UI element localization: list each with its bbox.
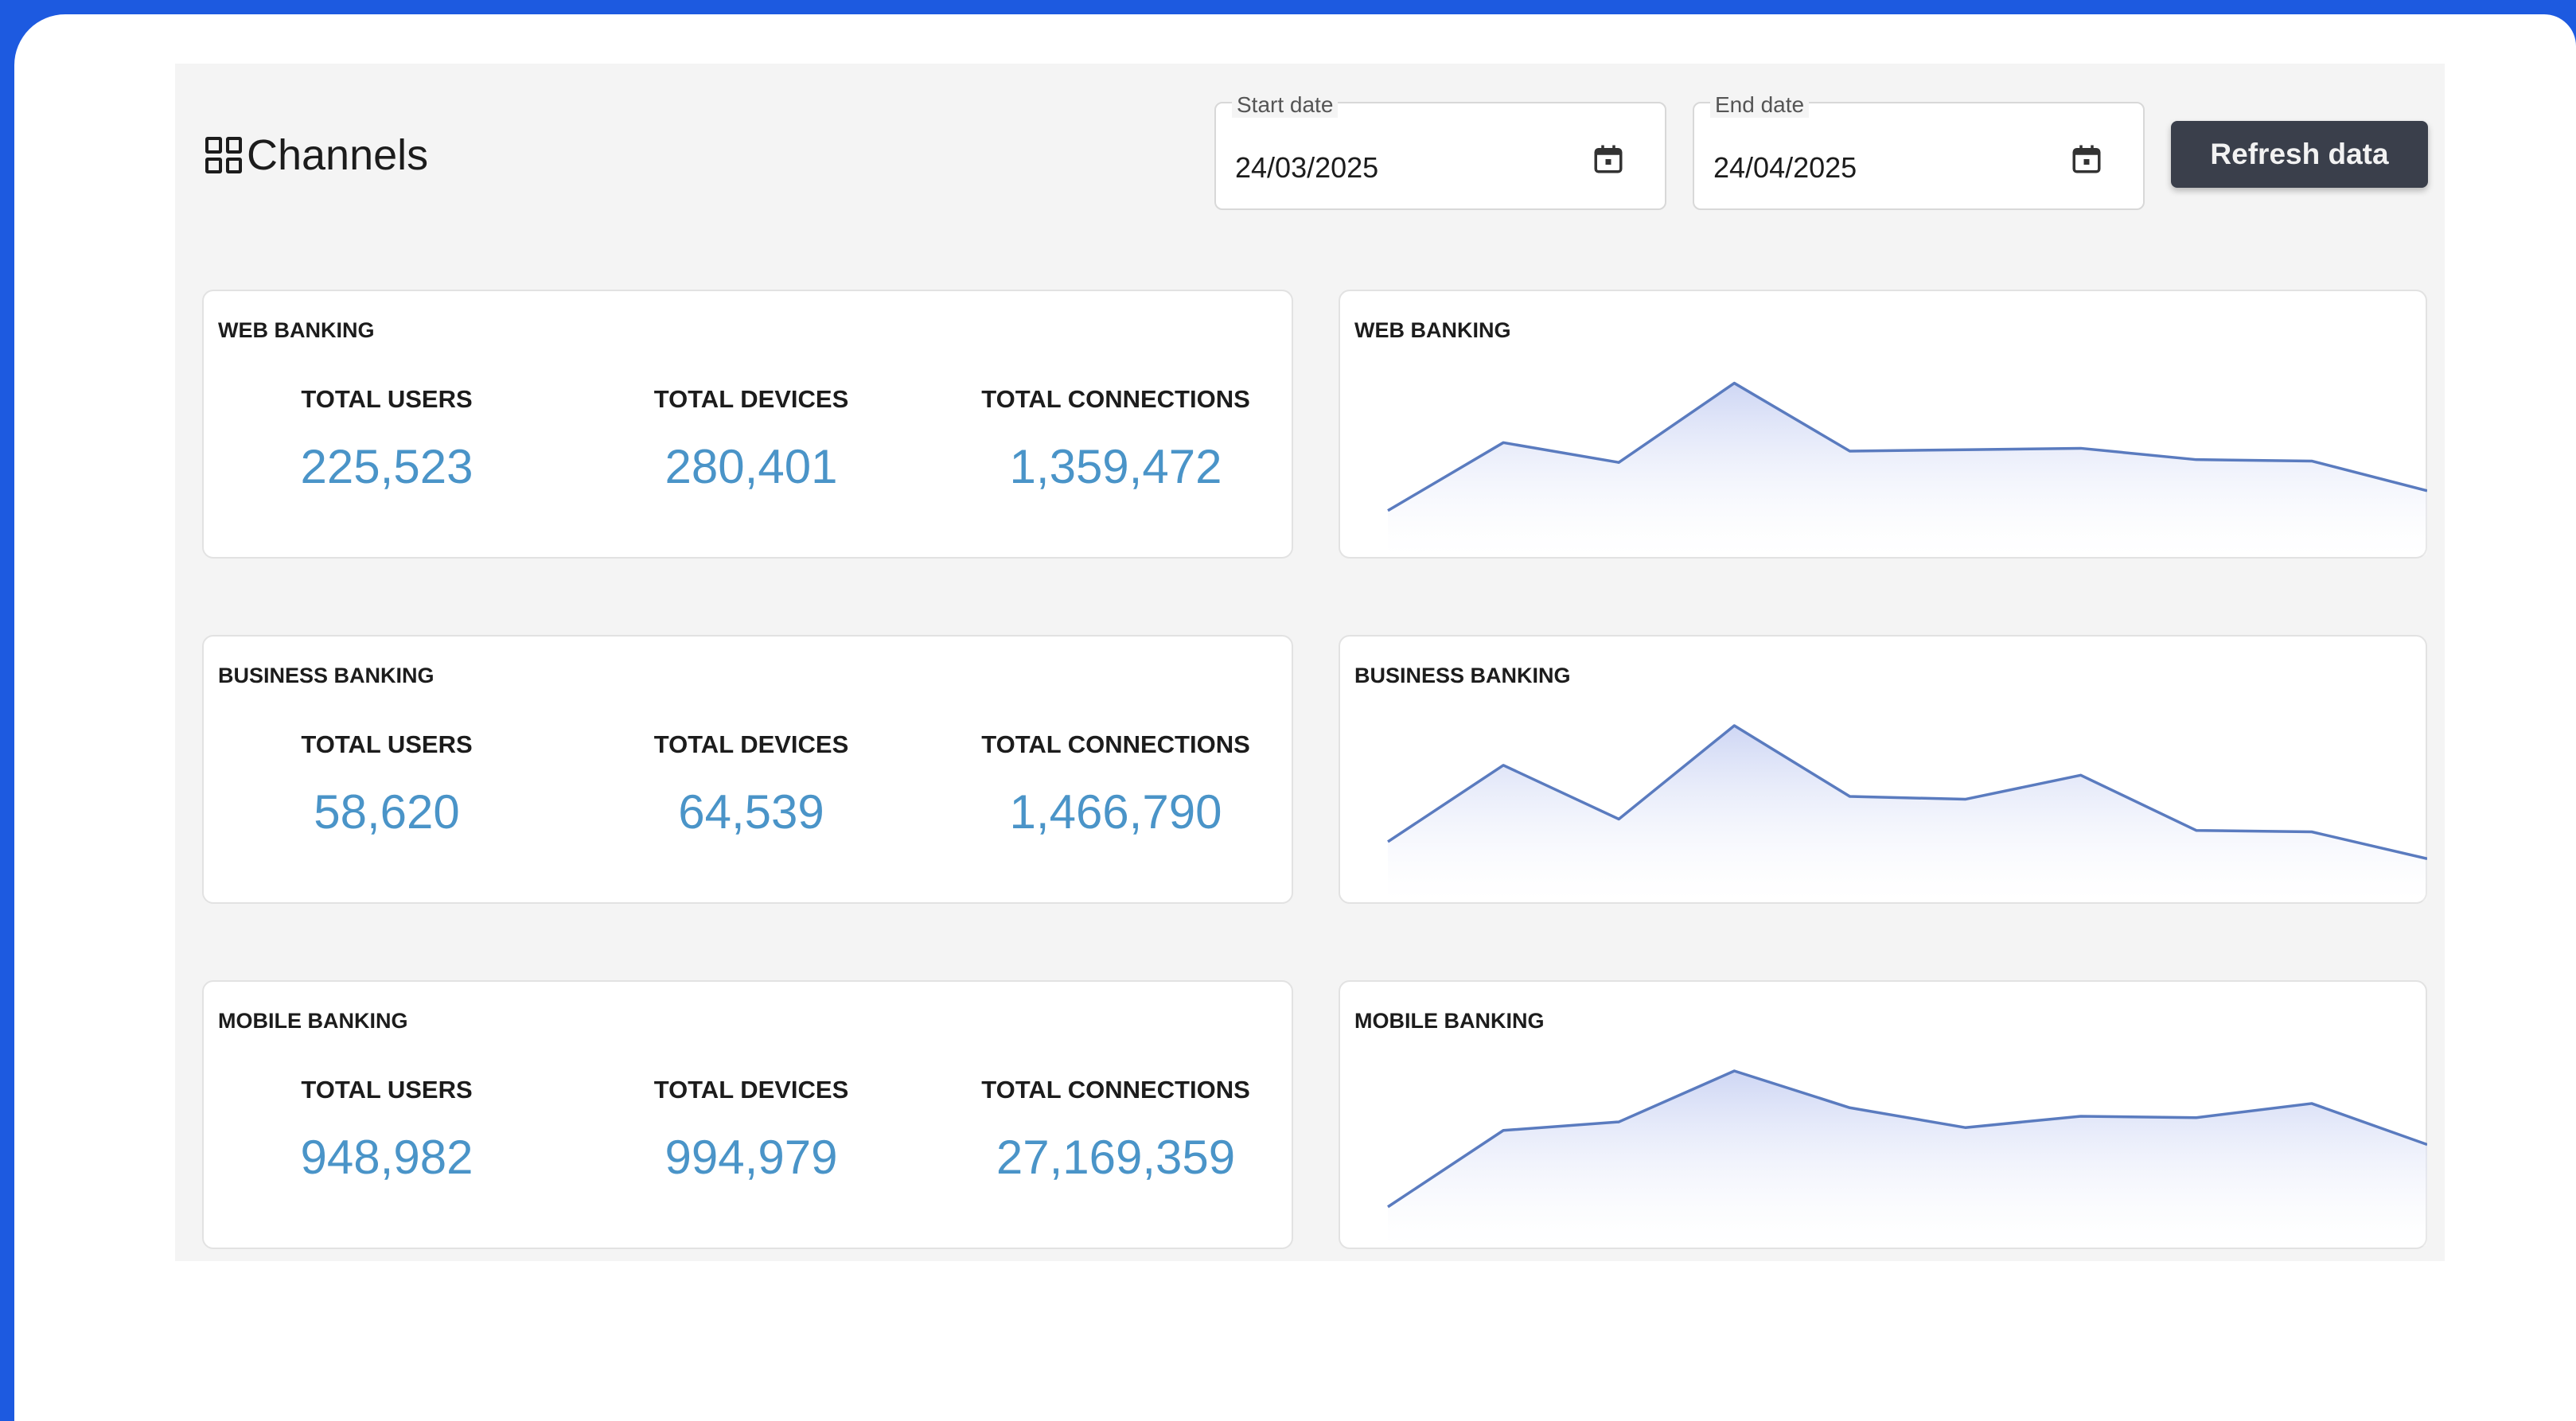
- stat-value: 1,466,790: [1009, 785, 1222, 839]
- stat-value: 994,979: [664, 1131, 838, 1184]
- business-banking-chart: [1387, 724, 2427, 901]
- stat-total-devices: TOTAL DEVICES 280,401: [584, 385, 918, 494]
- start-date-label: Start date: [1232, 92, 1339, 118]
- end-date-label: End date: [1710, 92, 1810, 118]
- card-title: BUSINESS BANKING: [218, 664, 435, 687]
- stat-total-devices: TOTAL DEVICES 994,979: [584, 1076, 918, 1185]
- chart-card-business-banking: BUSINESS BANKING: [1339, 635, 2427, 904]
- card-title: WEB BANKING: [218, 318, 375, 342]
- stat-total-devices: TOTAL DEVICES 64,539: [584, 730, 918, 839]
- chart-area: [1388, 383, 2427, 555]
- refresh-data-button[interactable]: Refresh data: [2171, 121, 2428, 188]
- stat-label: TOTAL USERS: [301, 1076, 473, 1104]
- stat-total-users: TOTAL USERS 225,523: [220, 385, 554, 494]
- screen-frame: Channels Start date 24/03/2025 End date …: [0, 0, 2576, 1421]
- page-title-text: Channels: [247, 131, 429, 179]
- start-date-field[interactable]: Start date 24/03/2025: [1214, 92, 1666, 210]
- page-title: Channels: [205, 127, 428, 183]
- end-date-value[interactable]: 24/04/2025: [1713, 151, 1857, 185]
- stat-label: TOTAL CONNECTIONS: [981, 730, 1250, 758]
- stat-value: 1,359,472: [1009, 440, 1222, 493]
- stat-total-users: TOTAL USERS 58,620: [220, 730, 554, 839]
- chart-card-web-banking: WEB BANKING: [1339, 290, 2427, 559]
- stat-label: TOTAL DEVICES: [653, 1076, 849, 1104]
- stat-label: TOTAL DEVICES: [653, 385, 849, 413]
- stat-label: TOTAL CONNECTIONS: [981, 1076, 1250, 1104]
- stats-card-mobile-banking: MOBILE BANKING TOTAL USERS 948,982 TOTAL…: [202, 980, 1293, 1249]
- stat-value: 64,539: [678, 785, 824, 839]
- stat-label: TOTAL DEVICES: [653, 730, 849, 758]
- stat-value: 27,169,359: [996, 1131, 1236, 1184]
- stat-value: 948,982: [300, 1131, 474, 1184]
- stat-label: TOTAL USERS: [301, 385, 473, 413]
- card-title: MOBILE BANKING: [218, 1009, 408, 1033]
- stat-value: 58,620: [314, 785, 460, 839]
- stat-label: TOTAL USERS: [301, 730, 473, 758]
- stat-total-connections: TOTAL CONNECTIONS 1,359,472: [949, 385, 1283, 494]
- start-date-value[interactable]: 24/03/2025: [1235, 151, 1378, 185]
- chart-area: [1388, 726, 2427, 901]
- web-banking-chart: [1387, 381, 2427, 555]
- stats-card-business-banking: BUSINESS BANKING TOTAL USERS 58,620 TOTA…: [202, 635, 1293, 904]
- calendar-icon[interactable]: [1592, 142, 1625, 177]
- calendar-icon[interactable]: [2070, 142, 2103, 177]
- grid-view-icon: [205, 137, 242, 173]
- stat-value: 225,523: [300, 440, 474, 493]
- stat-label: TOTAL CONNECTIONS: [981, 385, 1250, 413]
- stat-total-connections: TOTAL CONNECTIONS 1,466,790: [949, 730, 1283, 839]
- stats-card-web-banking: WEB BANKING TOTAL USERS 225,523 TOTAL DE…: [202, 290, 1293, 559]
- mobile-banking-chart: [1387, 1069, 2427, 1246]
- stat-value: 280,401: [664, 440, 838, 493]
- chart-card-mobile-banking: MOBILE BANKING: [1339, 980, 2427, 1249]
- stat-total-users: TOTAL USERS 948,982: [220, 1076, 554, 1185]
- end-date-field[interactable]: End date 24/04/2025: [1693, 92, 2145, 210]
- stat-total-connections: TOTAL CONNECTIONS 27,169,359: [949, 1076, 1283, 1185]
- chart-area: [1388, 1071, 2427, 1246]
